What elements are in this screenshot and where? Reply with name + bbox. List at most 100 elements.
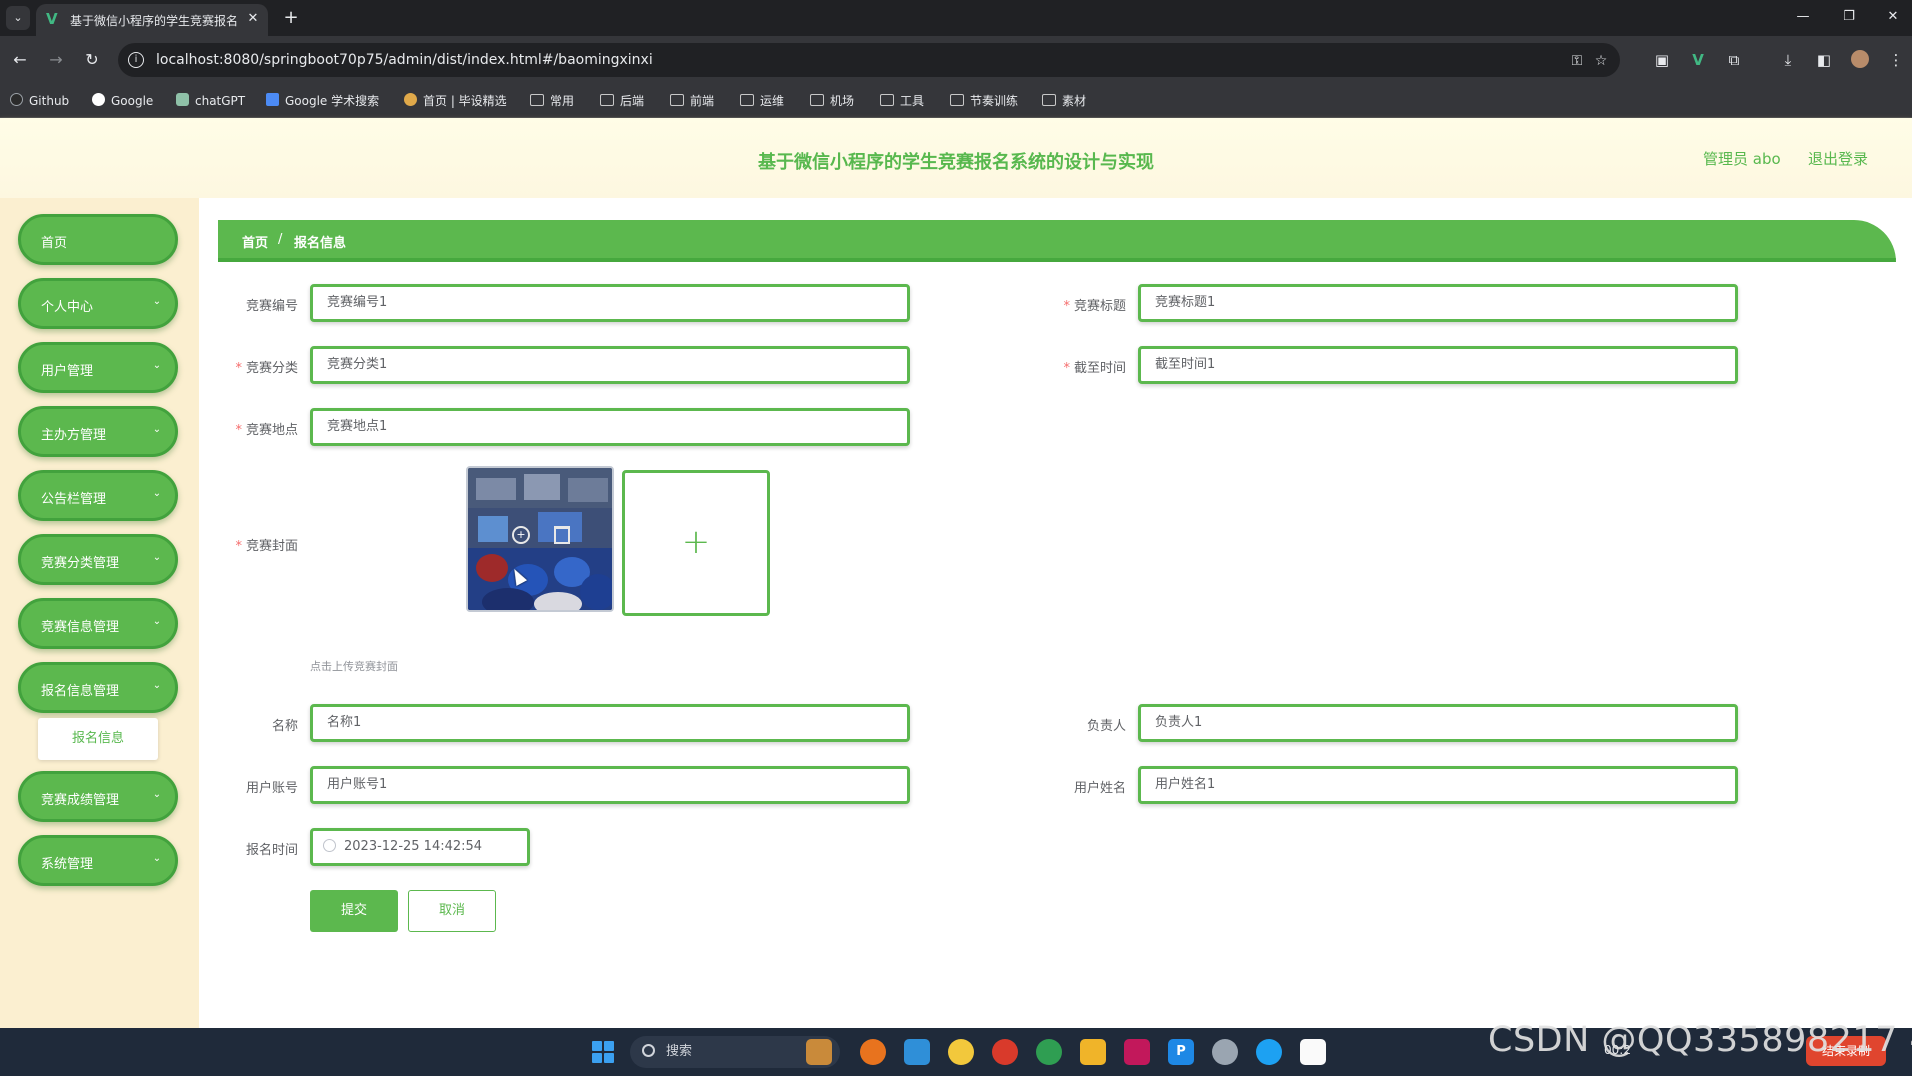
bookmark-folder-frontend[interactable]: 前端 bbox=[670, 92, 714, 110]
bookmark-folder-tools[interactable]: 工具 bbox=[880, 92, 924, 110]
location-input[interactable]: 竞赛地点1 bbox=[310, 408, 910, 446]
sidebar-item-user-management[interactable]: 用户管理 ⌄ bbox=[18, 342, 178, 393]
chevron-down-icon: ⌄ bbox=[152, 789, 162, 800]
category-input[interactable]: 竞赛分类1 bbox=[310, 346, 910, 384]
back-icon[interactable]: ← bbox=[8, 48, 32, 72]
bookmark-folder-common[interactable]: 常用 bbox=[530, 92, 574, 110]
sidebar-item-system-management[interactable]: 系统管理 ⌄ bbox=[18, 835, 178, 886]
tab-search-icon[interactable]: ⌄ bbox=[6, 6, 30, 30]
sidebar-subitem-signup-info[interactable]: 报名信息 bbox=[38, 718, 158, 760]
profile-avatar-icon[interactable] bbox=[1848, 48, 1872, 72]
breadcrumb-home[interactable]: 首页 bbox=[242, 232, 268, 251]
sidebar-item-label: 用户管理 bbox=[41, 364, 94, 379]
principal-input[interactable]: 负责人1 bbox=[1138, 704, 1738, 742]
folder-icon bbox=[600, 94, 614, 106]
bookmark-folder-ops[interactable]: 运维 bbox=[740, 92, 784, 110]
sidebar-item-label: 个人中心 bbox=[41, 300, 94, 315]
name-input[interactable]: 名称1 bbox=[310, 704, 910, 742]
sidebar-item-signup-management[interactable]: 报名信息管理 ⌄ bbox=[18, 662, 178, 713]
sidebar-item-personal-center[interactable]: 个人中心 ⌄ bbox=[18, 278, 178, 329]
wechat-icon[interactable] bbox=[1212, 1039, 1238, 1065]
forward-icon[interactable]: → bbox=[44, 48, 68, 72]
submit-button[interactable]: 提交 bbox=[310, 890, 398, 932]
widget-icon[interactable] bbox=[806, 1039, 832, 1065]
cancel-button[interactable]: 取消 bbox=[408, 890, 496, 932]
bookmark-folder-backend[interactable]: 后端 bbox=[600, 92, 644, 110]
username-input[interactable]: 用户姓名1 bbox=[1138, 766, 1738, 804]
window-close-icon[interactable]: ✕ bbox=[1878, 6, 1908, 28]
taskbar-search-label: 搜索 bbox=[666, 1044, 693, 1059]
bookmark-folder-assets[interactable]: 素材 bbox=[1042, 92, 1086, 110]
competition-title-input[interactable]: 竞赛标题1 bbox=[1138, 284, 1738, 322]
new-tab-icon[interactable]: + bbox=[280, 7, 302, 29]
vue-devtools-icon[interactable]: V bbox=[1686, 48, 1710, 72]
name-label: 名称 bbox=[271, 719, 298, 734]
browser-menu-icon[interactable]: ⋮ bbox=[1884, 48, 1908, 72]
clock-icon bbox=[323, 839, 336, 852]
google-icon bbox=[92, 93, 105, 106]
download-icon[interactable]: ⤓ bbox=[1776, 48, 1800, 72]
file-explorer-icon[interactable] bbox=[1080, 1039, 1106, 1065]
password-key-icon[interactable]: ⚿ bbox=[1568, 52, 1586, 70]
sidebar-item-category-management[interactable]: 竞赛分类管理 ⌄ bbox=[18, 534, 178, 585]
bookmark-google[interactable]: Google bbox=[92, 92, 153, 110]
extension-icon[interactable]: ▣ bbox=[1650, 48, 1674, 72]
intellij-icon[interactable] bbox=[1124, 1039, 1150, 1065]
bookmark-folder-airport[interactable]: 机场 bbox=[810, 92, 854, 110]
chevron-down-icon: ⌄ bbox=[152, 296, 162, 307]
bookmark-bishe[interactable]: 首页 | 毕设精选 bbox=[404, 92, 507, 110]
extensions-puzzle-icon[interactable]: ⧉ bbox=[1722, 48, 1746, 72]
sidebar-item-label: 系统管理 bbox=[41, 857, 94, 872]
browser-tab[interactable]: V 基于微信小程序的学生竞赛报名 ✕ bbox=[36, 4, 268, 36]
sidebar-item-label: 报名信息管理 bbox=[41, 684, 120, 699]
delete-icon[interactable] bbox=[554, 526, 570, 544]
site-info-icon[interactable]: i bbox=[128, 52, 144, 68]
windows-start-icon[interactable] bbox=[592, 1041, 614, 1063]
chrome-icon[interactable] bbox=[1036, 1039, 1062, 1065]
folder-icon bbox=[670, 94, 684, 106]
sidebar-item-label: 公告栏管理 bbox=[41, 492, 107, 507]
address-bar[interactable]: i localhost:8080/springboot70p75/admin/d… bbox=[118, 43, 1620, 77]
everything-search-icon[interactable] bbox=[860, 1039, 886, 1065]
account-label: 用户账号 bbox=[245, 781, 298, 796]
netease-music-icon[interactable] bbox=[992, 1039, 1018, 1065]
sidebar-item-home[interactable]: 首页 bbox=[18, 214, 178, 265]
reload-icon[interactable]: ↻ bbox=[80, 48, 104, 72]
bookmark-chatgpt[interactable]: chatGPT bbox=[176, 92, 245, 110]
qq-icon[interactable] bbox=[1300, 1039, 1326, 1065]
minimize-icon[interactable]: — bbox=[1788, 6, 1818, 28]
p-app-icon[interactable]: P bbox=[1168, 1039, 1194, 1065]
bookmark-scholar[interactable]: Google 学术搜索 bbox=[266, 92, 379, 110]
bookmark-star-icon[interactable]: ☆ bbox=[1592, 52, 1610, 70]
cover-upload-hint: 点击上传竞赛封面 bbox=[310, 660, 398, 673]
folder-icon bbox=[1042, 94, 1056, 106]
deadline-input[interactable]: 截至时间1 bbox=[1138, 346, 1738, 384]
deadline-label: * 截至时间 bbox=[1063, 361, 1126, 376]
sidebar-item-label: 竞赛分类管理 bbox=[41, 556, 120, 571]
account-input[interactable]: 用户账号1 bbox=[310, 766, 910, 804]
bookmark-folder-rhythm[interactable]: 节奏训练 bbox=[950, 92, 1018, 110]
signup-time-picker[interactable]: 2023-12-25 14:42:54 bbox=[310, 828, 530, 866]
breadcrumb-current: 报名信息 bbox=[294, 236, 347, 251]
sidebar-item-bulletin-management[interactable]: 公告栏管理 ⌄ bbox=[18, 470, 178, 521]
zoom-in-icon[interactable]: + bbox=[512, 526, 530, 544]
sidebar-item-competition-management[interactable]: 竞赛信息管理 ⌄ bbox=[18, 598, 178, 649]
cover-image-thumbnail[interactable]: + bbox=[466, 466, 614, 612]
folder-icon bbox=[530, 94, 544, 106]
folder-icon bbox=[740, 94, 754, 106]
csdn-watermark: CSDN @QQ335898217 4 bbox=[1488, 1020, 1912, 1060]
sidebar-item-score-management[interactable]: 竞赛成绩管理 ⌄ bbox=[18, 771, 178, 822]
restore-icon[interactable]: ❐ bbox=[1834, 6, 1864, 28]
side-panel-icon[interactable]: ◧ bbox=[1812, 48, 1836, 72]
edge-icon[interactable] bbox=[1256, 1039, 1282, 1065]
location-label: * 竞赛地点 bbox=[235, 423, 298, 438]
sidebar-item-organizer-management[interactable]: 主办方管理 ⌄ bbox=[18, 406, 178, 457]
username-label: 用户姓名 bbox=[1073, 781, 1126, 796]
remote-desktop-icon[interactable] bbox=[904, 1039, 930, 1065]
cover-upload-button[interactable]: + bbox=[622, 470, 770, 616]
competition-no-input[interactable]: 竞赛编号1 bbox=[310, 284, 910, 322]
close-tab-icon[interactable]: ✕ bbox=[244, 10, 262, 28]
paw-app-icon[interactable] bbox=[948, 1039, 974, 1065]
bookmark-github[interactable]: Github bbox=[10, 92, 69, 110]
logout-link[interactable]: 退出登录 bbox=[1808, 148, 1868, 169]
